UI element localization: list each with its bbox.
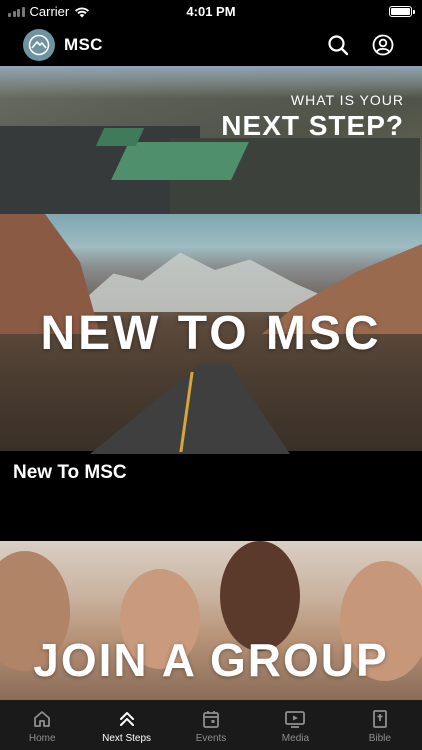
battery-icon [389, 6, 415, 17]
mountain-logo-icon[interactable] [23, 29, 55, 61]
next-step-hero-card[interactable]: WHAT IS YOUR NEXT STEP? [0, 66, 422, 214]
status-time: 4:01 PM [186, 4, 236, 19]
tab-label: Home [28, 733, 56, 744]
tab-bar: Home Next Steps Events Media Bible [0, 700, 422, 750]
search-icon[interactable] [325, 32, 351, 58]
status-bar: Carrier 4:01 PM [0, 0, 422, 24]
tab-events[interactable]: Events [169, 700, 253, 750]
tab-media[interactable]: Media [253, 700, 337, 750]
tab-label: Bible [368, 733, 391, 744]
tab-label: Next Steps [102, 733, 152, 744]
app-title: MSC [64, 35, 103, 54]
card-headline: JOIN A GROUP [33, 634, 389, 686]
play-screen-icon [284, 708, 306, 730]
profile-icon[interactable] [370, 32, 396, 58]
hero-kicker: WHAT IS YOUR [290, 92, 404, 108]
join-a-group-card[interactable]: JOIN A GROUP [0, 541, 422, 700]
tab-home[interactable]: Home [0, 700, 84, 750]
bible-icon [369, 708, 391, 730]
card-headline: NEW TO MSC [40, 307, 382, 360]
tab-label: Media [281, 733, 310, 744]
tab-bible[interactable]: Bible [338, 700, 422, 750]
tab-next-steps[interactable]: Next Steps [84, 700, 168, 750]
new-to-msc-card[interactable]: NEW TO MSC New To MSC [0, 214, 422, 541]
hero-headline: NEXT STEP? [221, 110, 404, 141]
chevron-up-double-icon [116, 708, 138, 730]
app-header: MSC [0, 24, 422, 66]
calendar-icon [200, 708, 222, 730]
card-caption: New To MSC [13, 462, 127, 483]
home-icon [31, 708, 53, 730]
tab-label: Events [195, 733, 227, 744]
